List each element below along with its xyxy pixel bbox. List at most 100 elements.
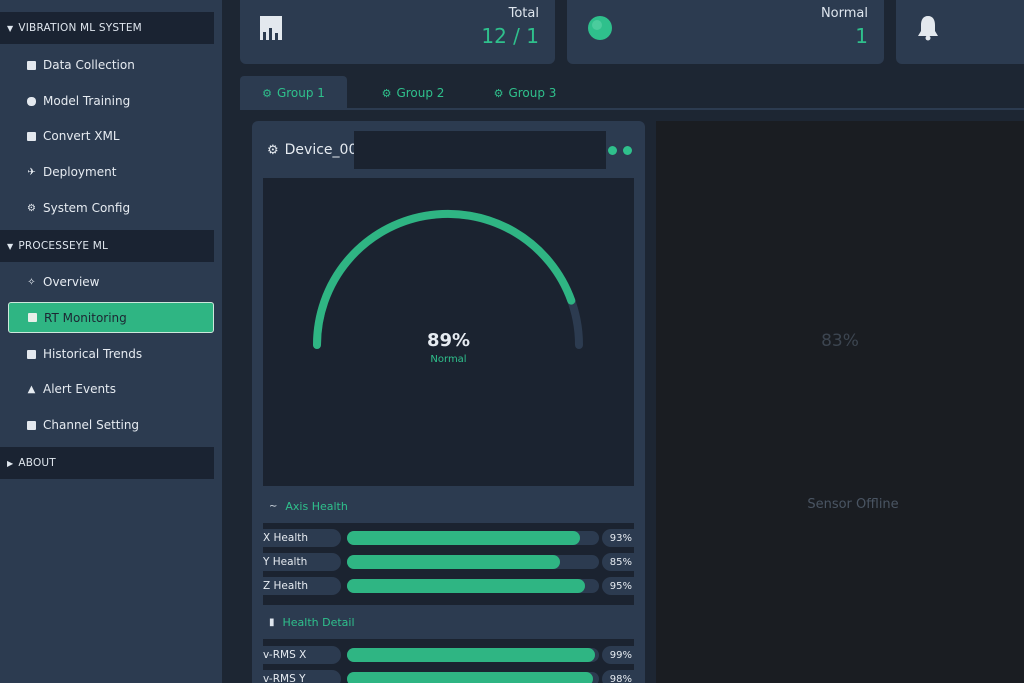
sidebar-item-alert-events[interactable]: ▲ Alert Events <box>8 374 214 404</box>
sidebar-item-historical-trends[interactable]: Historical Trends <box>8 339 214 369</box>
stat-card-alerts <box>896 0 1024 64</box>
section-title: Axis Health <box>285 499 348 513</box>
sidebar-item-label: RT Monitoring <box>44 310 127 325</box>
stat-card-total: Total 12 / 1 <box>240 0 555 64</box>
bar-fill <box>347 531 581 545</box>
stat-value: 12 / 1 <box>481 24 539 48</box>
device-name: Device_00 <box>284 142 358 158</box>
section-title: VIBRATION ML SYSTEM <box>18 22 142 34</box>
building-icon <box>260 16 282 40</box>
stat-label: Total <box>508 6 539 21</box>
gauge-fill <box>313 209 576 349</box>
caret-down-icon: ▼ <box>7 241 14 251</box>
sidebar-item-label: Data Collection <box>43 58 135 72</box>
pin-icon: ✧ <box>27 276 36 288</box>
sidebar-item-model-training[interactable]: Model Training <box>8 86 214 116</box>
sidebar-item-convert-xml[interactable]: Convert XML <box>8 121 214 151</box>
status-dot-icon <box>588 16 612 40</box>
bar-track <box>347 672 599 683</box>
bell-icon <box>918 16 938 41</box>
sidebar-item-overview[interactable]: ✧ Overview <box>8 267 214 297</box>
bar-percent: 95% <box>602 577 634 595</box>
sidebar-item-label: Deployment <box>43 165 117 179</box>
sidebar-item-data-collection[interactable]: Data Collection <box>8 50 214 80</box>
rocket-icon: ✈ <box>27 166 36 178</box>
sidebar-item-system-config[interactable]: ⚙ System Config <box>8 193 214 223</box>
gear-icon: ⚙ <box>27 202 36 214</box>
file-icon <box>26 131 37 142</box>
bar-percent: 98% <box>602 670 634 683</box>
sidebar-item-label: Alert Events <box>43 382 117 396</box>
section-title: PROCESSEYE ML <box>18 240 109 252</box>
bar-percent: 99% <box>602 646 634 664</box>
health-bar-row: v-RMS X 99% <box>263 646 634 664</box>
bar-fill <box>347 579 586 593</box>
sidebar-item-label: Convert XML <box>43 129 120 143</box>
caret-right-icon: ▶ <box>7 458 14 468</box>
health-detail-header: ▮ Health Detail <box>263 613 634 631</box>
monitor-icon <box>27 312 38 323</box>
stat-value: 1 <box>855 24 868 48</box>
gauge-value: 89% <box>426 330 471 351</box>
sidebar-item-label: System Config <box>43 201 131 215</box>
section-header-vibration-ml-system[interactable]: ▼ VIBRATION ML SYSTEM <box>0 12 214 44</box>
bar-track <box>347 555 599 569</box>
section-header-processeye-ml[interactable]: ▼ PROCESSEYE ML <box>0 230 214 262</box>
bar-label: v-RMS X <box>263 646 341 664</box>
gauge-status: Normal <box>430 354 467 365</box>
health-bar-row: Z Health 95% <box>263 577 634 595</box>
database-icon <box>26 60 37 71</box>
health-bar-row: X Health 93% <box>263 529 634 547</box>
sidebar-item-label: Overview <box>43 275 100 289</box>
document-icon: ▮ <box>269 616 275 628</box>
bell-icon: ▲ <box>27 383 36 395</box>
section-header-about[interactable]: ▶ ABOUT <box>0 447 214 479</box>
health-bar-row: Y Health 85% <box>263 553 634 571</box>
caret-down-icon: ▼ <box>7 23 14 33</box>
chart-icon <box>26 349 37 360</box>
tab-label: Group 1 <box>276 86 325 100</box>
gear-icon: ⚙ <box>381 86 392 100</box>
gear-icon: ⚙ <box>493 86 504 100</box>
bar-fill <box>347 555 561 569</box>
sidebar-item-label: Channel Setting <box>43 418 140 432</box>
tab-group-1[interactable]: ⚙ Group 1 <box>240 76 347 110</box>
bar-label: Y Health <box>263 553 341 571</box>
sidebar-item-label: Model Training <box>43 94 131 108</box>
offline-gauge-value: 83% <box>821 331 859 351</box>
gear-icon: ⚙ <box>267 142 279 158</box>
group-tabs: ⚙ Group 1 ⚙ Group 2 ⚙ Group 3 <box>240 76 1024 110</box>
bar-track <box>347 531 599 545</box>
tab-label: Group 3 <box>508 86 557 100</box>
device-header: ⚙ Device_00 <box>262 131 634 169</box>
sidebar-item-rt-monitoring[interactable]: RT Monitoring <box>8 302 214 333</box>
axis-health-header: ∼ Axis Health <box>263 497 634 515</box>
sidebar-item-label: Historical Trends <box>43 347 143 361</box>
section-title: Health Detail <box>282 615 355 629</box>
wave-icon: ∼ <box>269 500 278 512</box>
sliders-icon <box>26 420 37 431</box>
sidebar-item-channel-setting[interactable]: Channel Setting <box>8 410 214 440</box>
tab-group-2[interactable]: ⚙ Group 2 <box>358 76 468 110</box>
section-title: ABOUT <box>18 457 56 469</box>
device-name-box: ⚙ Device_00 <box>262 131 358 169</box>
bar-label: Z Health <box>263 577 341 595</box>
bar-percent: 93% <box>602 529 634 547</box>
tab-group-3[interactable]: ⚙ Group 3 <box>470 76 580 110</box>
gear-icon: ⚙ <box>262 86 272 100</box>
sensor-offline-label: Sensor Offline <box>807 497 899 512</box>
stat-label: Normal <box>820 6 868 21</box>
tab-label: Group 2 <box>396 86 445 100</box>
health-gauge: 89% Normal <box>263 178 634 486</box>
status-dot-icon <box>623 146 632 155</box>
bar-label: X Health <box>263 529 341 547</box>
brain-icon <box>26 96 37 107</box>
offline-device-panel: 83% Sensor Offline <box>656 121 1024 683</box>
bar-percent: 85% <box>602 553 634 571</box>
bar-track <box>347 648 599 662</box>
sidebar: ▼ VIBRATION ML SYSTEM Data Collection Mo… <box>0 0 222 683</box>
bar-fill <box>347 648 596 662</box>
sidebar-item-deployment[interactable]: ✈ Deployment <box>8 157 214 187</box>
health-bar-row: v-RMS Y 98% <box>263 670 634 683</box>
bar-label: v-RMS Y <box>263 670 341 683</box>
